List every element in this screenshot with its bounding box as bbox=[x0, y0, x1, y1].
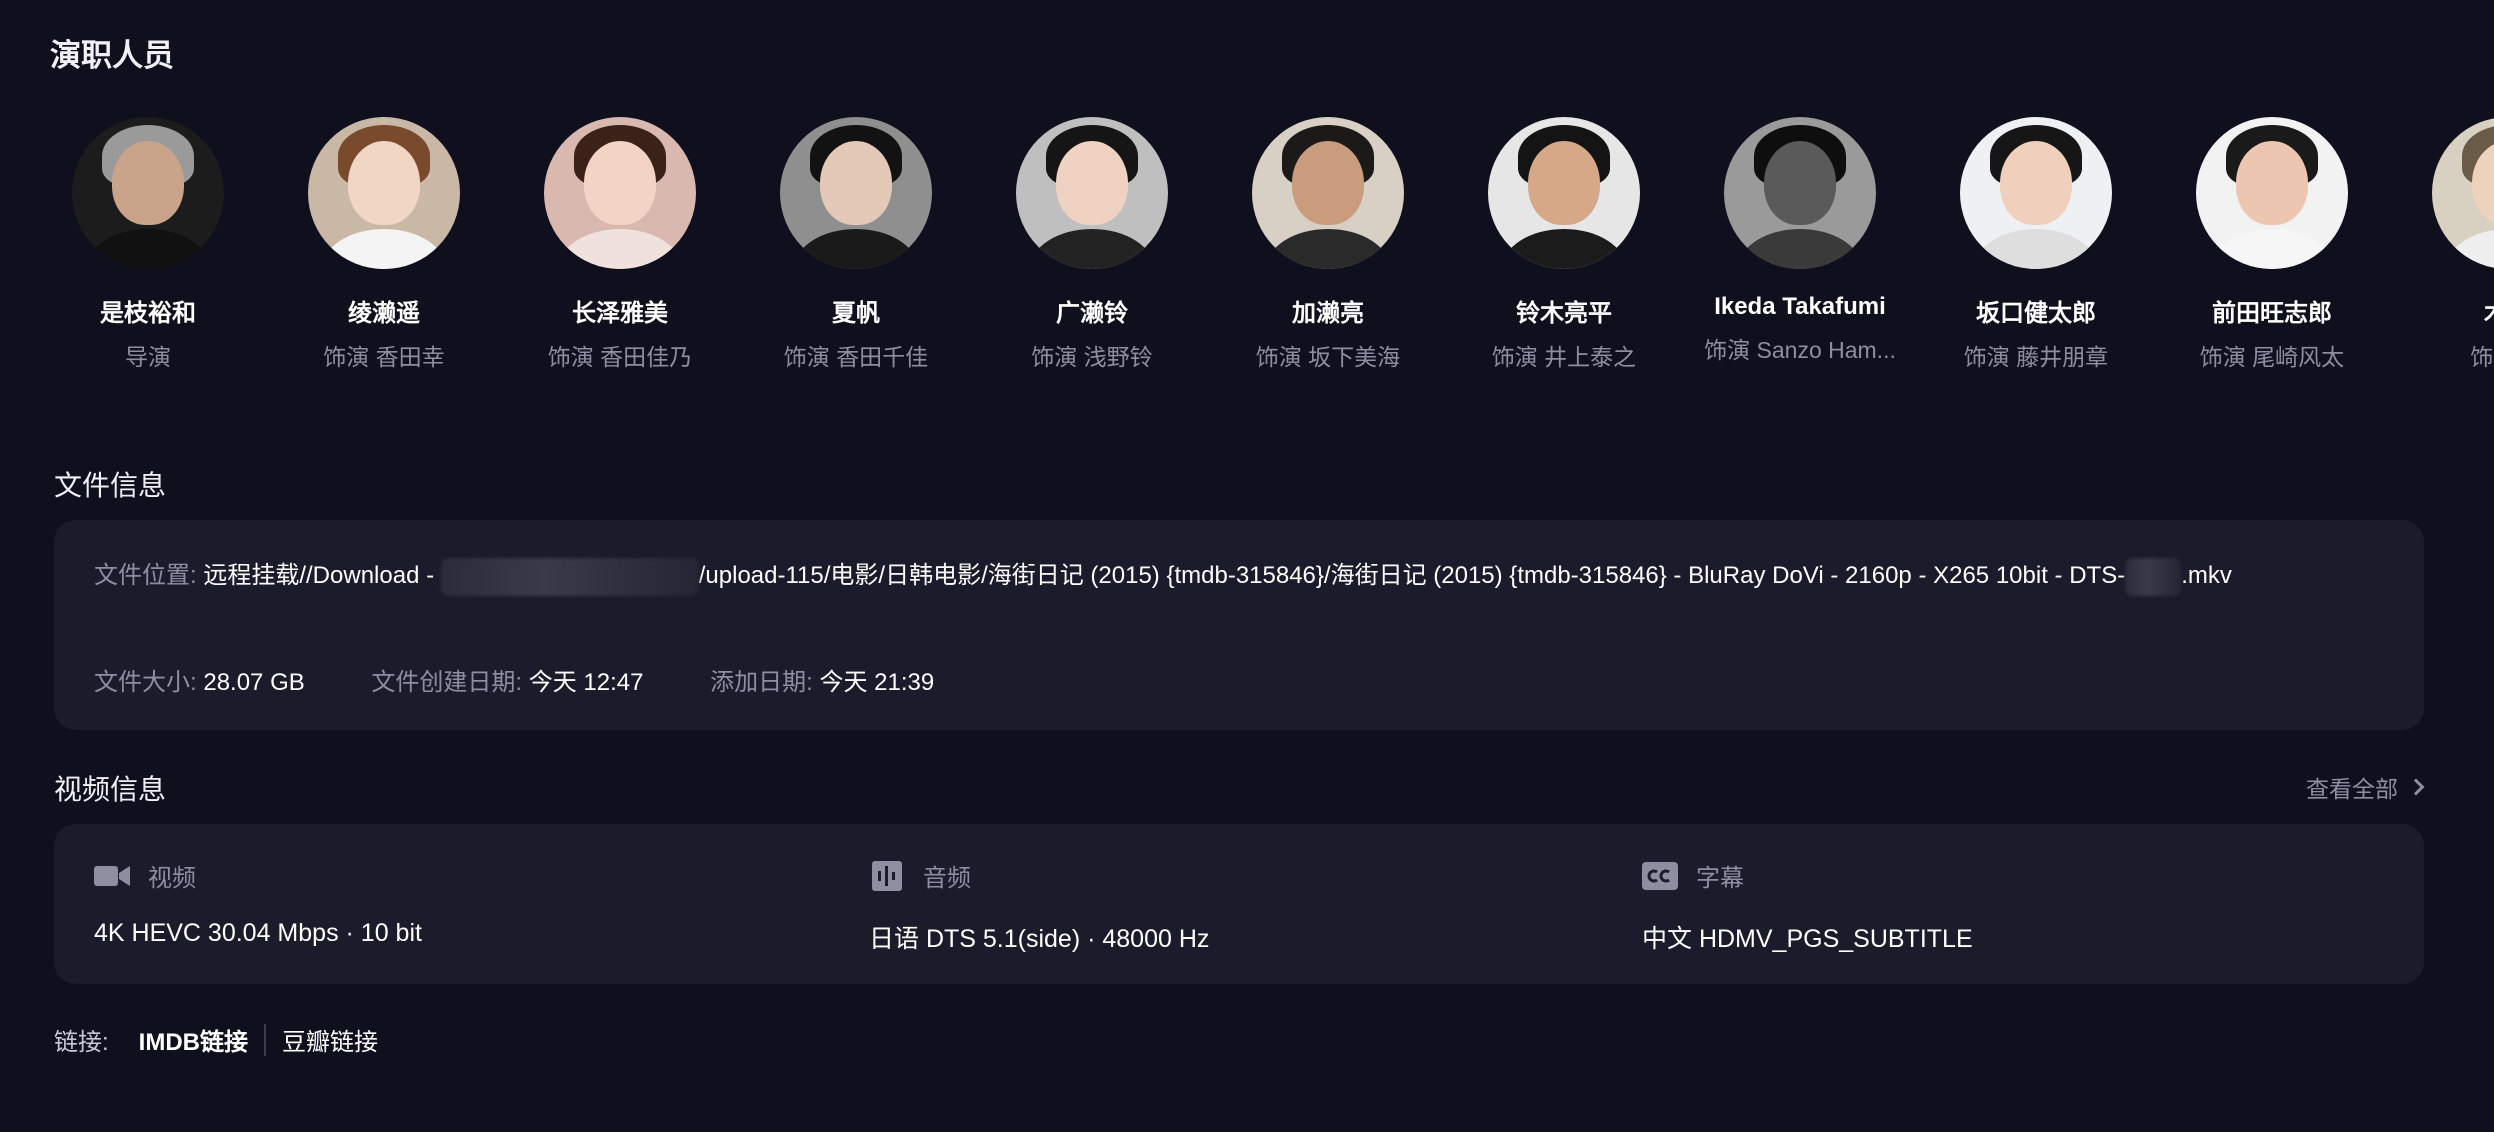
cast-role: 饰演 坂下美海 bbox=[1255, 344, 1401, 370]
links-label: 链接: bbox=[54, 1029, 109, 1056]
file-path: 文件位置: 远程挂载//Download - /upload-115/电影/日韩… bbox=[94, 554, 2384, 597]
cast-role: 饰演 井上泰之 bbox=[1491, 344, 1637, 370]
link-divider bbox=[264, 1023, 266, 1056]
video-stream: 视频 4K HEVC 30.04 Mbps · 10 bit bbox=[94, 858, 422, 948]
file-path-prefix: 远程挂载//Download - bbox=[203, 562, 441, 589]
view-all-label: 查看全部 bbox=[2306, 776, 2398, 802]
cast-name: 长泽雅美 bbox=[572, 300, 668, 327]
cast-role: 饰演 高 bbox=[2470, 344, 2494, 370]
cast-role: 饰演 尾崎风太 bbox=[2199, 344, 2345, 370]
chevron-right-icon bbox=[2407, 778, 2425, 796]
cast-name: 铃木亮平 bbox=[1516, 300, 1612, 327]
imdb-link[interactable]: IMDB链接 bbox=[139, 1022, 248, 1057]
avatar bbox=[1724, 117, 1876, 269]
cast-name: 是枝裕和 bbox=[100, 300, 196, 327]
cast-role: 饰演 香田千佳 bbox=[783, 344, 929, 370]
cast-member[interactable]: 前田旺志郎 饰演 尾崎风太 bbox=[2154, 117, 2390, 372]
cast-section-title: 演职人员 bbox=[50, 38, 174, 73]
cast-member[interactable]: 坂口健太郎 饰演 藤井朋章 bbox=[1918, 117, 2154, 372]
subtitle-stream: 字幕 中文 HDMV_PGS_SUBTITLE bbox=[1642, 858, 1973, 955]
file-created-label: 文件创建日期: bbox=[371, 669, 523, 696]
audio-stream: 音频 日语 DTS 5.1(side) · 48000 Hz bbox=[869, 858, 1209, 955]
cast-member[interactable]: 铃木亮平 饰演 井上泰之 bbox=[1446, 117, 1682, 372]
cast-name: Ikeda Takafumi bbox=[1714, 293, 1886, 320]
redacted-text bbox=[440, 557, 699, 596]
cast-name: 夏帆 bbox=[832, 300, 880, 327]
external-links: 链接: IMDB链接 豆瓣链接 bbox=[54, 1022, 378, 1057]
avatar bbox=[1960, 117, 2112, 269]
cast-list[interactable]: 是枝裕和 导演 绫濑遥 饰演 香田幸 长泽雅美 饰演 香田佳乃 夏帆 饰演 香田… bbox=[0, 117, 2494, 377]
avatar bbox=[2432, 117, 2494, 269]
file-created-value: 今天 12:47 bbox=[528, 669, 644, 696]
media-detail-page: 演职人员 是枝裕和 导演 绫濑遥 饰演 香田幸 长泽雅美 饰演 香田佳乃 夏帆 … bbox=[0, 0, 2494, 1132]
douban-link[interactable]: 豆瓣链接 bbox=[282, 1022, 378, 1057]
cast-role: 饰演 浅野铃 bbox=[1031, 344, 1153, 370]
redacted-text bbox=[2125, 557, 2182, 596]
cast-member[interactable]: Ikeda Takafumi 饰演 Sanzo Ham... bbox=[1682, 117, 1918, 365]
video-label: 视频 bbox=[148, 865, 196, 892]
file-size-label: 文件大小: bbox=[94, 669, 197, 696]
cast-role: 导演 bbox=[125, 344, 171, 370]
cast-role: 饰演 藤井朋章 bbox=[1963, 344, 2109, 370]
avatar bbox=[2196, 117, 2348, 269]
audio-value: 日语 DTS 5.1(side) · 48000 Hz bbox=[869, 925, 1210, 953]
video-value: 4K HEVC 30.04 Mbps · 10 bit bbox=[94, 919, 422, 947]
cast-member[interactable]: 木村 饰演 高 bbox=[2390, 117, 2494, 372]
cast-member[interactable]: 长泽雅美 饰演 香田佳乃 bbox=[502, 117, 738, 372]
avatar bbox=[72, 117, 224, 269]
cast-member[interactable]: 绫濑遥 饰演 香田幸 bbox=[266, 117, 502, 372]
video-camera-icon bbox=[94, 861, 130, 891]
video-info-card: 视频 4K HEVC 30.04 Mbps · 10 bit 音频 日语 DTS… bbox=[54, 824, 2424, 984]
avatar bbox=[1488, 117, 1640, 269]
avatar bbox=[1016, 117, 1168, 269]
audio-label: 音频 bbox=[923, 865, 971, 892]
cast-name: 木村 bbox=[2390, 293, 2494, 328]
cast-role: 饰演 Sanzo Ham... bbox=[1704, 337, 1896, 363]
subtitle-value: 中文 HDMV_PGS_SUBTITLE bbox=[1642, 925, 1973, 953]
file-info-title: 文件信息 bbox=[54, 470, 167, 501]
cast-role: 饰演 香田佳乃 bbox=[547, 344, 693, 370]
view-all-link[interactable]: 查看全部 bbox=[2306, 770, 2425, 804]
avatar bbox=[308, 117, 460, 269]
file-size-value: 28.07 GB bbox=[203, 669, 305, 696]
file-path-label: 文件位置: bbox=[94, 562, 197, 589]
cast-member[interactable]: 是枝裕和 导演 bbox=[30, 117, 266, 372]
file-path-middle: /upload-115/电影/日韩电影/海街日记 (2015) {tmdb-31… bbox=[698, 562, 2126, 589]
cast-name: 前田旺志郎 bbox=[2212, 300, 2332, 327]
cast-name: 广濑铃 bbox=[1056, 300, 1128, 327]
subtitle-label: 字幕 bbox=[1696, 865, 1744, 892]
audio-bars-icon bbox=[869, 860, 905, 891]
cast-member[interactable]: 加濑亮 饰演 坂下美海 bbox=[1210, 117, 1446, 372]
avatar bbox=[1252, 117, 1404, 269]
file-added-label: 添加日期: bbox=[710, 669, 813, 696]
file-meta: 文件大小: 28.07 GB 文件创建日期: 今天 12:47 添加日期: 今天… bbox=[94, 662, 994, 697]
file-info-card: 文件位置: 远程挂载//Download - /upload-115/电影/日韩… bbox=[54, 520, 2424, 730]
closed-caption-icon bbox=[1642, 861, 1678, 891]
cast-role: 饰演 香田幸 bbox=[323, 344, 445, 370]
file-added-value: 今天 21:39 bbox=[819, 669, 935, 696]
cast-member[interactable]: 夏帆 饰演 香田千佳 bbox=[738, 117, 974, 372]
cast-name: 加濑亮 bbox=[1292, 300, 1364, 327]
cast-member[interactable]: 广濑铃 饰演 浅野铃 bbox=[974, 117, 1210, 372]
cast-name: 坂口健太郎 bbox=[1976, 300, 2096, 327]
cast-name: 绫濑遥 bbox=[348, 300, 420, 327]
avatar bbox=[544, 117, 696, 269]
video-info-title: 视频信息 bbox=[54, 774, 167, 805]
avatar bbox=[780, 117, 932, 269]
file-path-suffix: .mkv bbox=[2181, 562, 2232, 589]
